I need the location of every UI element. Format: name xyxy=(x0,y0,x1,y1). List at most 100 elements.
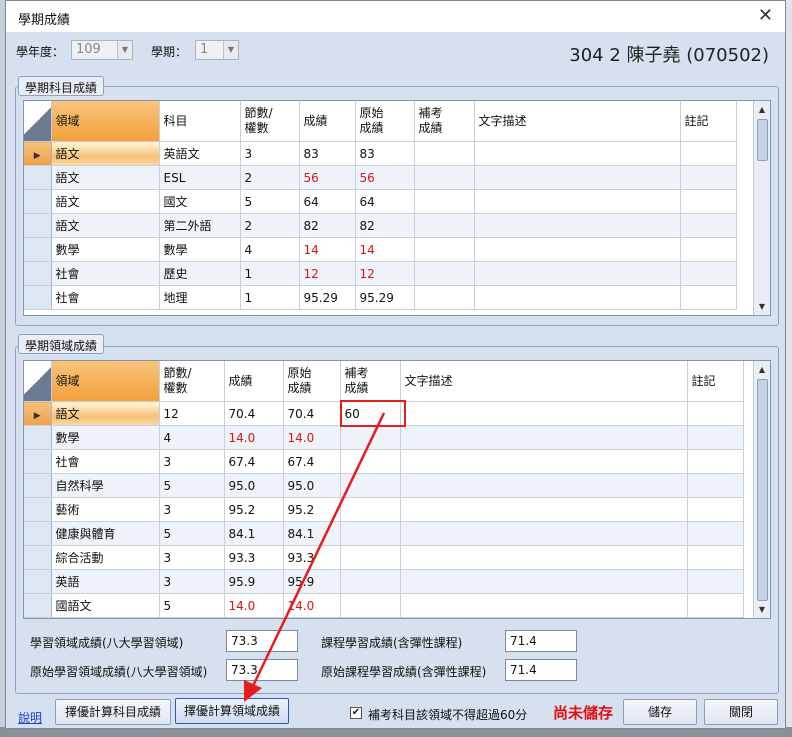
learning-domain-field[interactable]: 73.3 xyxy=(226,630,298,652)
row-header[interactable] xyxy=(24,165,52,190)
retake-limit-checkbox[interactable]: ✔ xyxy=(350,707,362,719)
table-cell[interactable] xyxy=(400,521,688,546)
table-row[interactable]: ▶ 語文 12 70.4 70.4 60 xyxy=(24,401,744,426)
column-header[interactable]: 原始 成績 xyxy=(355,101,415,142)
row-header[interactable] xyxy=(24,497,52,522)
table-cell[interactable]: 56 xyxy=(355,165,415,190)
table-cell[interactable]: 64 xyxy=(299,189,356,214)
close-icon[interactable]: ✕ xyxy=(758,5,773,26)
table-cell[interactable] xyxy=(474,261,681,286)
table-row[interactable]: 社會 地理 1 95.29 95.29 xyxy=(24,285,737,310)
table-cell[interactable]: 第二外語 xyxy=(159,213,241,238)
column-header[interactable]: 科目 xyxy=(159,101,241,142)
table-cell[interactable]: 14.0 xyxy=(224,593,284,618)
table-cell[interactable]: 語文 xyxy=(51,189,160,214)
row-header[interactable] xyxy=(24,261,52,286)
table-cell[interactable]: 3 xyxy=(159,449,225,474)
table-cell[interactable]: 83 xyxy=(355,141,415,166)
column-header[interactable]: 原始 成績 xyxy=(283,361,341,402)
table-cell[interactable]: 5 xyxy=(159,593,225,618)
row-header[interactable] xyxy=(24,569,52,594)
table-cell[interactable]: 67.4 xyxy=(283,449,341,474)
row-header[interactable] xyxy=(24,545,52,570)
table-row[interactable]: ▶ 語文 英語文 3 83 83 xyxy=(24,141,737,166)
row-header[interactable]: ▶ xyxy=(24,401,52,426)
table-cell[interactable]: 95.0 xyxy=(224,473,284,498)
table-cell[interactable]: 英語文 xyxy=(159,141,241,166)
table-row[interactable]: 語文 第二外語 2 82 82 xyxy=(24,213,737,238)
table-cell[interactable]: 95.2 xyxy=(283,497,341,522)
raw-learning-domain-field[interactable]: 73.3 xyxy=(226,659,298,681)
table-cell[interactable]: 95.9 xyxy=(283,569,341,594)
row-header[interactable] xyxy=(24,285,52,310)
table-cell[interactable] xyxy=(687,401,744,426)
table-cell[interactable] xyxy=(687,521,744,546)
table-cell[interactable] xyxy=(400,593,688,618)
table-row[interactable]: 英語 3 95.9 95.9 xyxy=(24,569,744,594)
column-header[interactable]: 補考 成績 xyxy=(340,361,401,402)
table-cell[interactable] xyxy=(400,569,688,594)
row-header[interactable] xyxy=(24,213,52,238)
save-button[interactable]: 儲存 xyxy=(623,699,697,725)
table-cell[interactable] xyxy=(340,473,401,498)
row-header[interactable] xyxy=(24,425,52,450)
table-cell[interactable] xyxy=(680,189,737,214)
table-cell[interactable]: 歷史 xyxy=(159,261,241,286)
table-cell[interactable]: 70.4 xyxy=(283,401,341,426)
help-link[interactable]: 說明 xyxy=(18,709,42,726)
table-cell[interactable]: 1 xyxy=(240,261,300,286)
row-header[interactable] xyxy=(24,189,52,214)
table-cell[interactable] xyxy=(400,545,688,570)
table-cell[interactable]: 95.29 xyxy=(355,285,415,310)
table-cell[interactable]: 地理 xyxy=(159,285,241,310)
table-cell[interactable] xyxy=(414,165,475,190)
column-header[interactable]: 節數/權數 xyxy=(159,361,225,402)
table-cell[interactable]: 國文 xyxy=(159,189,241,214)
table-cell[interactable] xyxy=(340,521,401,546)
column-header[interactable]: 文字描述 xyxy=(474,101,681,142)
table-cell[interactable]: ESL xyxy=(159,165,241,190)
subject-grid-scrollbar[interactable]: ▲ ▼ xyxy=(753,101,770,315)
row-header[interactable] xyxy=(24,521,52,546)
scroll-down-icon[interactable]: ▼ xyxy=(754,302,770,311)
table-cell[interactable]: 2 xyxy=(240,165,300,190)
row-header[interactable] xyxy=(24,237,52,262)
table-cell[interactable] xyxy=(474,189,681,214)
table-cell[interactable]: 83 xyxy=(299,141,356,166)
table-cell[interactable]: 語文 xyxy=(51,401,160,426)
table-cell[interactable]: 自然科學 xyxy=(51,473,160,498)
table-cell[interactable]: 14.0 xyxy=(224,425,284,450)
table-cell[interactable] xyxy=(414,141,475,166)
row-header[interactable] xyxy=(24,473,52,498)
row-header[interactable] xyxy=(24,449,52,474)
table-cell[interactable] xyxy=(400,425,688,450)
calc-domain-scores-button[interactable]: 擇優計算領域成績 xyxy=(175,698,289,724)
table-cell[interactable]: 1 xyxy=(240,285,300,310)
table-cell[interactable] xyxy=(687,545,744,570)
table-cell[interactable]: 93.3 xyxy=(224,545,284,570)
table-row[interactable]: 自然科學 5 95.0 95.0 xyxy=(24,473,744,498)
table-cell[interactable]: 95.2 xyxy=(224,497,284,522)
table-cell[interactable]: 60 xyxy=(340,401,401,426)
table-cell[interactable] xyxy=(400,473,688,498)
table-cell[interactable]: 12 xyxy=(299,261,356,286)
table-cell[interactable]: 14 xyxy=(299,237,356,262)
table-cell[interactable]: 3 xyxy=(159,545,225,570)
table-cell[interactable]: 2 xyxy=(240,213,300,238)
table-cell[interactable]: 語文 xyxy=(51,141,160,166)
year-select[interactable]: 109 ▼ xyxy=(71,40,133,60)
table-cell[interactable] xyxy=(340,425,401,450)
table-cell[interactable]: 64 xyxy=(355,189,415,214)
table-cell[interactable]: 82 xyxy=(299,213,356,238)
table-row[interactable]: 社會 歷史 1 12 12 xyxy=(24,261,737,286)
table-cell[interactable] xyxy=(400,401,688,426)
table-cell[interactable]: 社會 xyxy=(51,261,160,286)
table-cell[interactable]: 14.0 xyxy=(283,425,341,450)
table-cell[interactable]: 12 xyxy=(355,261,415,286)
table-cell[interactable]: 95.9 xyxy=(224,569,284,594)
table-cell[interactable] xyxy=(687,425,744,450)
table-cell[interactable] xyxy=(474,213,681,238)
table-cell[interactable]: 14 xyxy=(355,237,415,262)
table-cell[interactable] xyxy=(340,545,401,570)
table-row[interactable]: 語文 國文 5 64 64 xyxy=(24,189,737,214)
